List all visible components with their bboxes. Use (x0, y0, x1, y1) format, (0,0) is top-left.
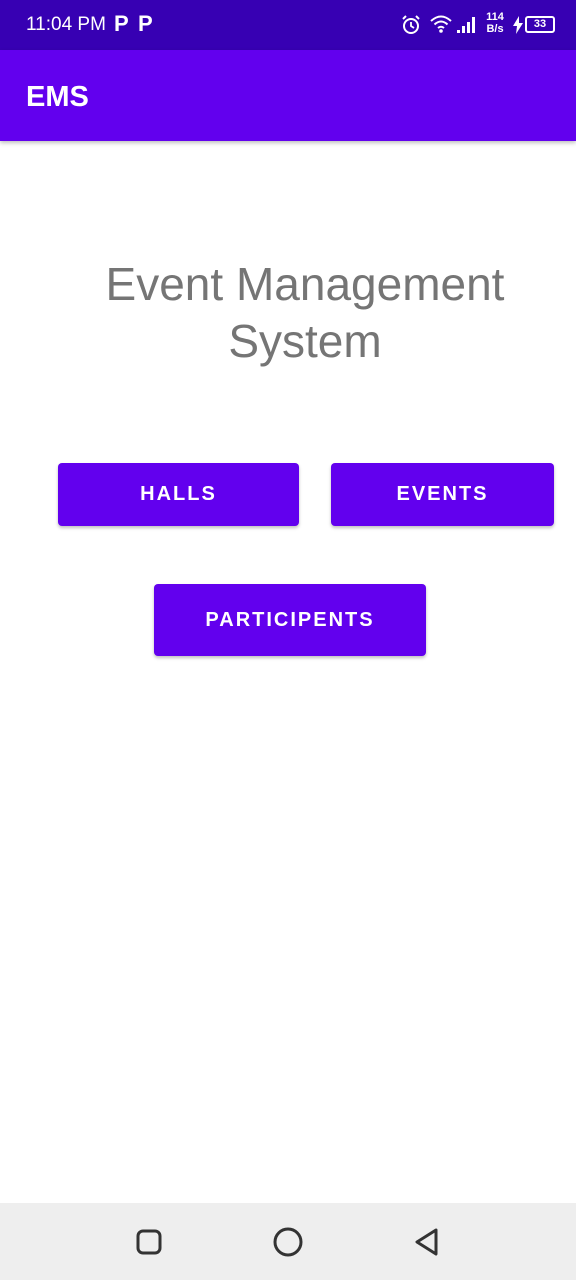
app-title: EMS (26, 81, 89, 113)
status-time: 11:04 PM (26, 14, 106, 35)
net-speed-value: 114 (486, 11, 504, 23)
page-heading: Event Management System (105, 258, 505, 367)
participents-button[interactable]: PARTICIPENTS (154, 584, 426, 656)
battery-level: 33 (533, 18, 547, 30)
recents-icon[interactable] (132, 1225, 166, 1259)
notification-icon: P (114, 11, 129, 36)
events-button[interactable]: EVENTS (331, 463, 554, 526)
status-bar: 11:04 PM P P 114 B/s 33 (0, 0, 576, 50)
net-speed-unit: B/s (486, 23, 504, 35)
halls-button[interactable]: HALLS (58, 463, 299, 526)
home-icon[interactable] (271, 1225, 305, 1259)
net-speed: 114 B/s (484, 11, 506, 35)
charging-bolt-icon (513, 16, 523, 34)
app-bar: EMS (0, 50, 576, 141)
system-nav-bar (0, 1203, 576, 1280)
back-icon[interactable] (410, 1225, 444, 1259)
alarm-icon (402, 15, 420, 34)
notification-icon: P (138, 11, 153, 36)
battery-icon: 33 (525, 16, 555, 33)
wifi-icon (430, 15, 452, 33)
signal-icon (457, 17, 475, 33)
